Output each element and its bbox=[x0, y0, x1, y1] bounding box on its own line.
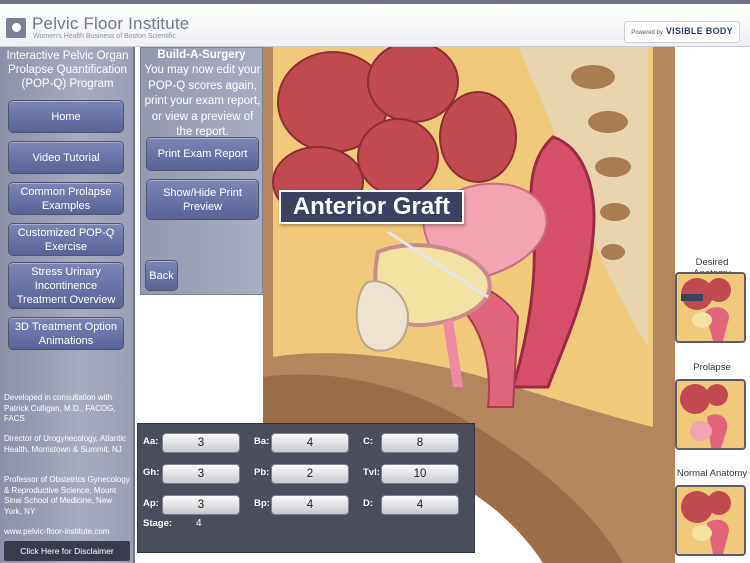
website-link[interactable]: www.pelvic-floor-institute.com bbox=[4, 527, 130, 538]
credit-director: Director of Urogynecology, Atlantic Heal… bbox=[4, 434, 127, 454]
logo-icon bbox=[6, 18, 26, 38]
back-button[interactable]: Back bbox=[145, 260, 178, 291]
visible-body-logo: VISIBLE BODY bbox=[665, 26, 733, 36]
gh-field[interactable]: 3 bbox=[162, 464, 240, 484]
normal-anatomy-preview bbox=[677, 487, 744, 554]
credit-professor: Professor of Obstetrics Gynecology & Rep… bbox=[4, 475, 130, 516]
tvl-label: Tvl: bbox=[363, 467, 380, 478]
ba-label: Ba: bbox=[254, 436, 270, 447]
bp-label: Bp: bbox=[254, 498, 270, 509]
print-exam-report-button[interactable]: Print Exam Report bbox=[146, 137, 259, 171]
bp-field[interactable]: 4 bbox=[271, 495, 349, 515]
sidebar-title: Interactive Pelvic Organ Prolapse Quanti… bbox=[6, 50, 129, 90]
ap-field[interactable]: 3 bbox=[162, 495, 240, 515]
d-label: D: bbox=[363, 498, 374, 509]
brand-name: Pelvic Floor Institute bbox=[32, 14, 190, 33]
c-field[interactable]: 8 bbox=[381, 433, 459, 453]
video-tutorial-button[interactable]: Video Tutorial bbox=[8, 141, 124, 174]
anterior-graft-label: Anterior Graft bbox=[279, 190, 464, 224]
c-label: C: bbox=[363, 436, 374, 447]
ba-field[interactable]: 4 bbox=[271, 433, 349, 453]
powered-by-badge: Powered by VISIBLE BODY bbox=[624, 21, 740, 43]
common-prolapse-examples-button[interactable]: Common Prolapse Examples bbox=[8, 182, 124, 215]
customized-popq-exercise-button[interactable]: Customized POP-Q Exercise bbox=[8, 223, 124, 256]
panel-title: Build-A-Surgery bbox=[157, 49, 246, 61]
powered-by-text: Powered by bbox=[631, 30, 663, 36]
normal-anatomy-thumbnail[interactable] bbox=[675, 485, 746, 556]
credit-consultant: Developed in consultation with Patrick C… bbox=[4, 393, 116, 423]
prolapse-preview bbox=[677, 381, 744, 448]
3d-treatment-animations-button[interactable]: 3D Treatment Option Animations bbox=[8, 317, 124, 350]
brand-subtitle: Women's Health Business of Boston Scient… bbox=[33, 33, 176, 40]
d-field[interactable]: 4 bbox=[381, 495, 459, 515]
popq-scores-panel: Aa: 3 Ba: 4 C: 8 Gh: 3 Pb: 2 Tvl: 10 Ap:… bbox=[137, 423, 475, 553]
show-hide-print-preview-button[interactable]: Show/Hide Print Preview bbox=[146, 179, 259, 220]
aa-field[interactable]: 3 bbox=[162, 433, 240, 453]
home-button[interactable]: Home bbox=[8, 100, 124, 133]
pb-field[interactable]: 2 bbox=[271, 464, 349, 484]
stage-value: 4 bbox=[196, 518, 202, 529]
disclaimer-button[interactable]: Click Here for Disclaimer bbox=[4, 541, 130, 561]
pb-label: Pb: bbox=[254, 467, 270, 478]
tvl-field[interactable]: 10 bbox=[381, 464, 459, 484]
app-header: Pelvic Floor Institute Women's Health Bu… bbox=[0, 0, 750, 47]
panel-instructions: You may now edit your POP-Q scores again… bbox=[144, 64, 261, 138]
aa-label: Aa: bbox=[143, 436, 159, 447]
gh-label: Gh: bbox=[143, 467, 160, 478]
build-a-surgery-panel: Build-A-Surgery You may now edit your PO… bbox=[140, 47, 263, 295]
desired-anatomy-thumbnail[interactable] bbox=[675, 272, 746, 343]
sidebar: Interactive Pelvic Organ Prolapse Quanti… bbox=[0, 47, 135, 563]
ap-label: Ap: bbox=[143, 498, 159, 509]
normal-anatomy-label: Normal Anatomy bbox=[676, 468, 748, 479]
prolapse-thumbnail[interactable] bbox=[675, 379, 746, 450]
desired-anatomy-preview bbox=[677, 274, 744, 341]
sui-treatment-overview-button[interactable]: Stress Urinary Incontinence Treatment Ov… bbox=[8, 262, 124, 309]
prolapse-label: Prolapse bbox=[693, 362, 731, 373]
stage-label: Stage: bbox=[143, 518, 173, 529]
